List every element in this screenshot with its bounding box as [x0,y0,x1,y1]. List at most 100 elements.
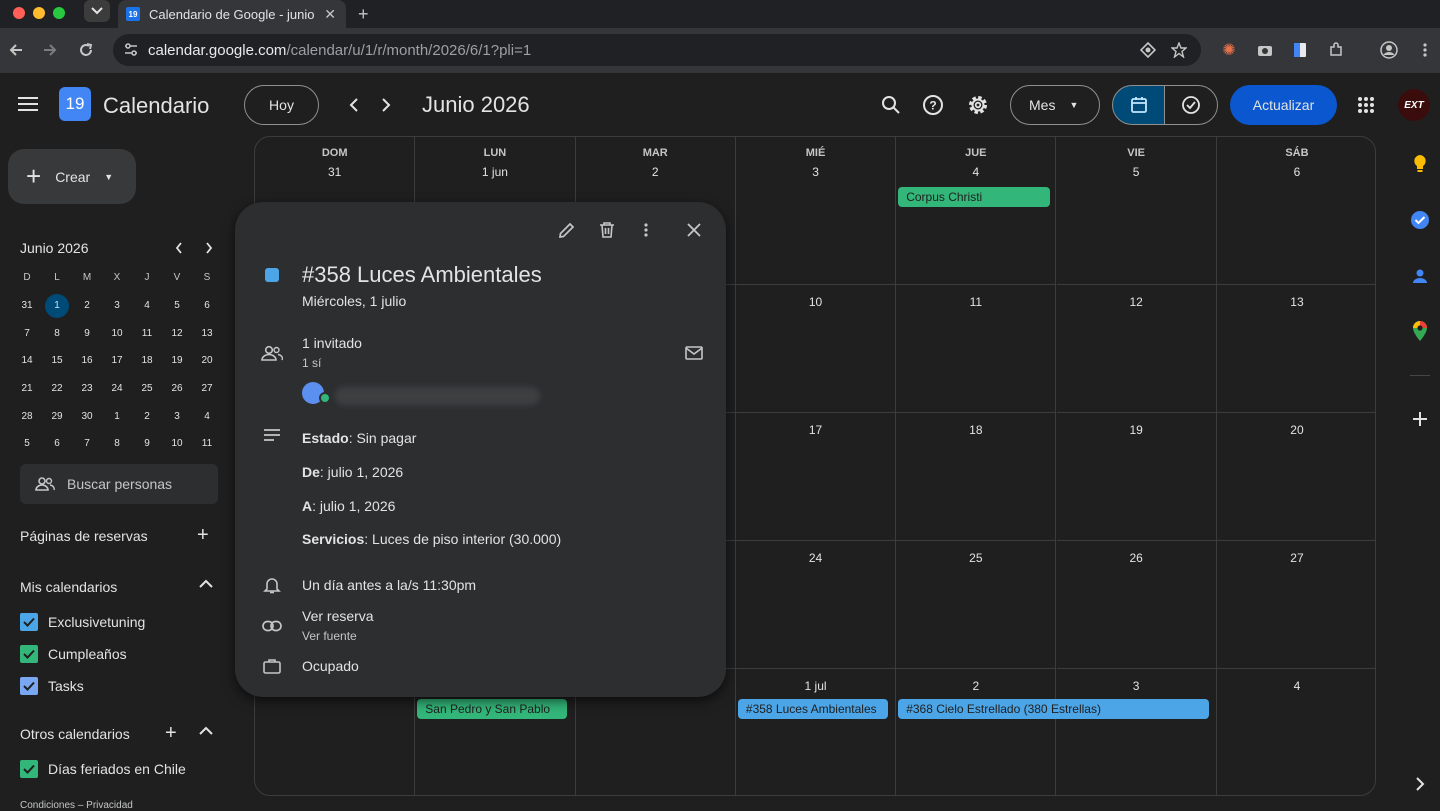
extension-docs-icon[interactable] [1290,40,1310,60]
mini-calendar-day[interactable]: 10 [162,438,192,449]
day-cell[interactable]: 18 [896,413,1057,541]
site-settings-icon[interactable] [123,42,139,58]
extension-camera-icon[interactable] [1255,40,1275,60]
chevron-up-icon[interactable] [199,579,213,589]
close-window-button[interactable] [13,7,25,19]
day-number[interactable]: 4 [896,165,1055,179]
update-button[interactable]: Actualizar [1230,85,1337,125]
mini-calendar-day[interactable]: 3 [102,300,132,311]
mini-calendar-day[interactable]: 21 [12,383,42,394]
checkbox[interactable] [20,677,38,695]
close-icon[interactable] [682,218,706,242]
day-number[interactable]: 2 [576,165,735,179]
mini-calendar-day-selected[interactable]: 1 [42,293,72,318]
day-cell[interactable]: 4 [1217,669,1375,795]
address-bar[interactable]: calendar.google.com/calendar/u/1/r/month… [113,34,1201,66]
day-cell[interactable]: 17 [735,413,897,541]
source-link[interactable]: Ver fuente [302,629,357,643]
browser-tab[interactable]: 19 Calendario de Google - junio ✕ [118,0,346,28]
mini-calendar-day[interactable]: 14 [12,355,42,366]
day-cell[interactable]: 19 [1056,413,1217,541]
help-icon[interactable]: ? [921,93,945,117]
back-icon[interactable] [6,40,26,60]
chevron-right-icon[interactable] [1408,772,1432,796]
mini-calendar-day[interactable]: 19 [162,355,192,366]
mini-calendar-day[interactable]: 27 [192,383,222,394]
terms-privacy-links[interactable]: Condiciones – Privacidad [20,800,133,811]
day-number[interactable]: 31 [255,165,414,179]
day-number[interactable]: 11 [896,295,1055,309]
mini-calendar-day[interactable]: 3 [162,411,192,422]
day-cell[interactable]: 1 jul [736,669,897,795]
edit-pencil-icon[interactable] [555,218,579,242]
mini-calendar-day[interactable]: 1 [102,411,132,422]
add-booking-page-icon[interactable]: + [197,524,209,547]
today-button[interactable]: Hoy [244,85,319,125]
app-title[interactable]: Calendario [103,93,209,119]
browser-menu-icon[interactable] [1415,40,1435,60]
day-cell[interactable]: JUE 4 [896,137,1057,285]
day-cell[interactable]: 27 [1216,541,1375,669]
day-number[interactable]: 25 [896,551,1055,565]
mini-calendar-day[interactable]: 26 [162,383,192,394]
checkbox[interactable] [20,645,38,663]
day-number[interactable]: 27 [1217,551,1375,565]
day-cell[interactable]: 26 [1056,541,1217,669]
mini-calendar-day[interactable]: 8 [102,438,132,449]
day-cell[interactable]: VIE 5 [1056,137,1217,285]
day-number[interactable]: 3 [736,165,895,179]
day-number[interactable]: 1 jul [736,679,895,693]
day-cell[interactable]: 12 [1056,285,1217,413]
other-calendars-heading[interactable]: Otros calendarios [20,726,130,742]
mini-calendar-day[interactable]: 22 [42,383,72,394]
next-month-button[interactable] [374,93,398,117]
maps-icon[interactable] [1408,319,1432,343]
extension-spark-icon[interactable]: ✺ [1219,40,1239,60]
main-menu-icon[interactable] [18,97,38,111]
day-cell[interactable]: 25 [896,541,1057,669]
mini-calendar-day[interactable]: 2 [72,300,102,311]
day-cell[interactable]: 20 [1216,413,1375,541]
day-cell[interactable]: 24 [735,541,897,669]
mini-calendar-day[interactable]: 5 [12,438,42,449]
email-guests-icon[interactable] [682,341,706,365]
mini-calendar-day[interactable]: 12 [162,328,192,339]
add-other-calendar-icon[interactable]: + [165,722,177,745]
tab-search-button[interactable] [84,0,110,22]
day-cell[interactable]: 2 [896,669,1057,795]
contacts-icon[interactable] [1408,264,1432,288]
bookmark-star-icon[interactable] [1169,40,1189,60]
checkbox[interactable] [20,613,38,631]
mini-calendar-day[interactable]: 9 [72,328,102,339]
calendar-item-cumpleanos[interactable]: Cumpleaños [20,645,127,663]
profile-icon[interactable] [1379,40,1399,60]
day-number[interactable]: 17 [736,423,895,437]
mini-calendar-day[interactable]: 20 [192,355,222,366]
day-number[interactable]: 5 [1057,165,1216,179]
mini-prev-month-icon[interactable] [174,240,184,255]
event-san-pedro-y-san-pablo[interactable]: San Pedro y San Pablo [417,699,568,719]
mini-calendar-day[interactable]: 9 [132,438,162,449]
day-cell[interactable]: MIÉ 3 [735,137,897,285]
event-corpus-christi[interactable]: Corpus Christi [898,187,1051,207]
day-cell[interactable]: 3 [1057,669,1217,795]
mini-calendar-day[interactable]: 15 [42,355,72,366]
delete-trash-icon[interactable] [595,218,619,242]
day-cell[interactable]: 10 [735,285,897,413]
forward-icon[interactable] [40,40,60,60]
day-number[interactable]: 19 [1057,423,1216,437]
google-apps-icon[interactable] [1357,96,1375,114]
search-icon[interactable] [879,93,903,117]
day-cell[interactable]: 13 [1216,285,1375,413]
day-number[interactable]: 12 [1057,295,1216,309]
mini-calendar-day[interactable]: 30 [72,411,102,422]
settings-gear-icon[interactable] [966,93,990,117]
mini-calendar-day[interactable]: 17 [102,355,132,366]
mini-next-month-icon[interactable] [204,240,214,255]
day-cell[interactable]: 11 [896,285,1057,413]
tasks-view-toggle[interactable] [1164,85,1218,125]
day-cell[interactable]: SÁB 6 [1216,137,1375,285]
mini-calendar-day[interactable]: 8 [42,328,72,339]
day-number[interactable]: 6 [1217,165,1375,179]
mini-calendar-day[interactable]: 5 [162,300,192,311]
